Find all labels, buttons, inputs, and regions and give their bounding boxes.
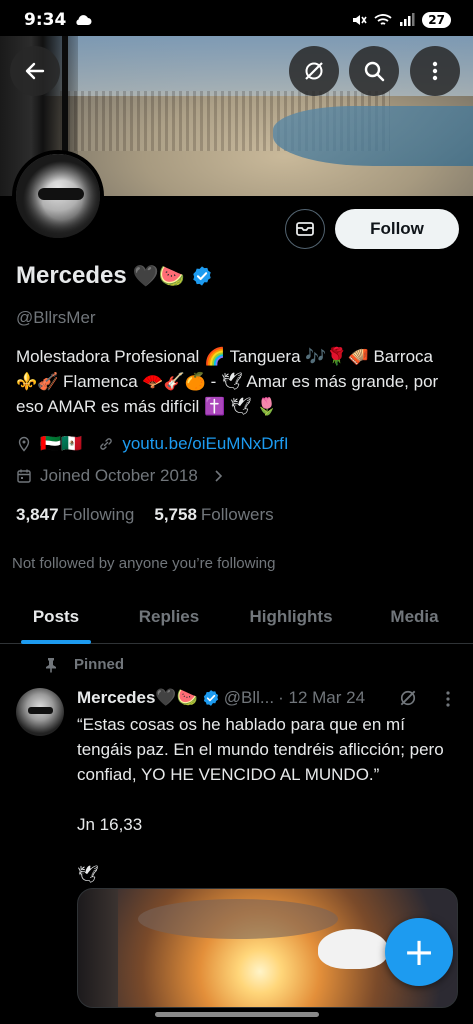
profile-bio: Molestadora Profesional 🌈 Tanguera 🎶🌹🪗 B… — [16, 347, 439, 416]
cloud-icon — [76, 15, 92, 25]
link-icon — [100, 438, 113, 450]
wifi-icon — [374, 14, 392, 25]
chevron-right-icon — [215, 470, 222, 482]
location-row: 🇦🇪🇲🇽 youtu.be/oiEuMNxDrfI — [16, 434, 289, 454]
more-vertical-icon — [446, 691, 450, 707]
location-pin-icon — [18, 436, 30, 452]
display-name: Mercedes — [16, 262, 127, 289]
tab-label: Posts — [32, 607, 80, 626]
grok-icon — [400, 690, 416, 706]
signal-icon — [400, 13, 415, 26]
pinned-label: Pinned — [74, 656, 125, 673]
profile-handle: @BllrsMer — [16, 308, 96, 327]
tab-label: Media — [390, 607, 439, 626]
tweet-more-button[interactable] — [441, 690, 455, 713]
back-button[interactable] — [10, 46, 60, 96]
tab-label: Highlights — [249, 607, 333, 626]
pinned-indicator: Pinned — [44, 656, 124, 673]
avatar-sunglasses — [28, 707, 53, 714]
verified-badge-icon — [203, 690, 218, 706]
not-followed-notice: Not followed by anyone you’re following — [12, 555, 276, 572]
followers-stat[interactable]: 5,758 Followers — [154, 505, 273, 525]
message-button[interactable] — [285, 209, 325, 249]
image-dove — [318, 929, 388, 969]
tweet-author-handle: @Bll... — [223, 688, 275, 707]
profile-tabs: Posts Replies Highlights Media — [0, 590, 473, 644]
search-button[interactable] — [349, 46, 399, 96]
tweet-author-name[interactable]: Mercedes🖤🍉 — [77, 688, 198, 708]
pin-icon — [46, 657, 56, 672]
name-emojis: 🖤🍉 — [132, 263, 186, 288]
tab-posts[interactable]: Posts — [0, 590, 112, 644]
tweet-avatar[interactable] — [16, 688, 64, 736]
following-count: 3,847 — [16, 505, 59, 524]
tab-replies[interactable]: Replies — [112, 590, 226, 644]
image-architecture — [78, 889, 118, 1007]
mute-icon — [353, 15, 367, 25]
image-clouds — [138, 899, 338, 939]
banner-water — [273, 106, 473, 166]
active-tab-indicator — [21, 640, 91, 644]
status-time: 9:34 — [24, 10, 67, 30]
more-options-button[interactable] — [410, 46, 460, 96]
follow-button[interactable]: Follow — [335, 209, 459, 249]
avatar-sunglasses — [38, 188, 84, 200]
arrow-left-icon — [25, 62, 45, 80]
tweet-grok-button[interactable] — [398, 688, 418, 712]
tab-media[interactable]: Media — [356, 590, 473, 644]
more-vertical-icon — [432, 61, 438, 81]
grok-icon — [305, 62, 323, 80]
tab-label: Replies — [138, 607, 200, 626]
followers-label: Followers — [200, 505, 274, 524]
mail-icon — [296, 222, 314, 236]
tweet-text: “Estas cosas os he hablado para que en m… — [77, 715, 444, 884]
tab-highlights[interactable]: Highlights — [226, 590, 356, 644]
display-name-row: Mercedes 🖤🍉 — [16, 262, 213, 290]
follow-stats: 3,847 Following 5,758 Followers — [16, 505, 274, 525]
compose-post-button[interactable]: + — [385, 918, 453, 986]
home-indicator[interactable] — [155, 1012, 319, 1017]
search-icon — [364, 61, 385, 82]
website-link[interactable]: youtu.be/oiEuMNxDrfI — [122, 434, 288, 454]
status-bar: 9:34 27 — [0, 0, 473, 40]
followers-count: 5,758 — [154, 505, 197, 524]
following-stat[interactable]: 3,847 Following — [16, 505, 134, 525]
calendar-icon — [17, 469, 31, 483]
joined-date: Joined October 2018 — [40, 466, 198, 485]
joined-row[interactable]: Joined October 2018 — [16, 466, 226, 486]
grok-button[interactable] — [289, 46, 339, 96]
battery-indicator: 27 — [422, 12, 451, 28]
profile-avatar[interactable] — [12, 150, 104, 242]
tweet-date[interactable]: · 12 Mar 24 — [278, 688, 365, 708]
verified-badge-icon[interactable] — [191, 265, 213, 287]
following-label: Following — [62, 505, 135, 524]
location-flags: 🇦🇪🇲🇽 — [40, 434, 83, 453]
